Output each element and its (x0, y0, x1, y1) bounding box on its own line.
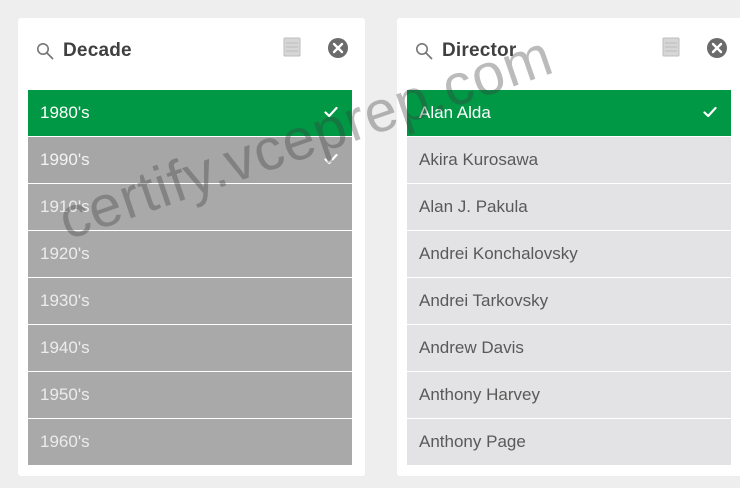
list-item[interactable]: Alan J. Pakula (407, 184, 731, 230)
list-item-label: 1920's (40, 244, 90, 263)
clear-selection-icon[interactable] (706, 37, 728, 59)
list-item[interactable]: 1940's (28, 325, 352, 371)
list-item[interactable]: 1910's (28, 184, 352, 230)
list-item-label: Andrei Konchalovsky (419, 244, 578, 263)
list-item[interactable]: Akira Kurosawa (407, 137, 731, 183)
list-item-label: Anthony Harvey (419, 385, 540, 404)
director-list: Alan Alda Akira Kurosawa Alan J. Pakula And… (407, 90, 731, 466)
selection-tool-icon[interactable] (283, 37, 301, 57)
list-item[interactable]: Andrei Tarkovsky (407, 278, 731, 324)
list-item[interactable]: Andrei Konchalovsky (407, 231, 731, 277)
list-item-label: 1980's (40, 103, 90, 122)
decade-pane-header: Decade (18, 18, 365, 82)
app-stage: Decade 1980's 1990's 1910's 1920's 1930's 194… (0, 0, 740, 488)
list-item-label: 1910's (40, 197, 90, 216)
decade-list: 1980's 1990's 1910's 1920's 1930's 1940's 1950… (28, 90, 352, 466)
list-item-label: Alan J. Pakula (419, 197, 528, 216)
list-item[interactable]: 1980's (28, 90, 352, 136)
list-item[interactable]: 1930's (28, 278, 352, 324)
list-item-label: 1960's (40, 432, 90, 451)
decade-filter-pane: Decade 1980's 1990's 1910's 1920's 1930's 194… (18, 18, 365, 476)
list-item[interactable]: Anthony Harvey (407, 372, 731, 418)
list-item-label: Anthony Page (419, 432, 526, 451)
list-item[interactable]: Andrew Davis (407, 325, 731, 371)
director-pane-header: Director (397, 18, 740, 82)
decade-pane-title: Decade (63, 40, 132, 61)
list-item[interactable]: 1960's (28, 419, 352, 465)
search-icon[interactable] (36, 42, 54, 60)
selection-tool-icon[interactable] (662, 37, 680, 57)
checkmark-icon (324, 106, 338, 118)
search-icon[interactable] (415, 42, 433, 60)
list-item-label: 1940's (40, 338, 90, 357)
director-pane-title: Director (442, 40, 517, 61)
list-item[interactable]: Alan Alda (407, 90, 731, 136)
list-item[interactable]: 1990's (28, 137, 352, 183)
list-item[interactable]: 1950's (28, 372, 352, 418)
list-item-label: Alan Alda (419, 103, 491, 122)
checkmark-icon (324, 153, 338, 165)
list-item[interactable]: Anthony Page (407, 419, 731, 465)
checkmark-icon (703, 106, 717, 118)
director-filter-pane: Director Alan Alda Akira Kurosawa Alan J. … (397, 18, 740, 476)
list-item-label: 1930's (40, 291, 90, 310)
list-item-label: Akira Kurosawa (419, 150, 539, 169)
list-item[interactable]: 1920's (28, 231, 352, 277)
list-item-label: Andrei Tarkovsky (419, 291, 549, 310)
list-item-label: Andrew Davis (419, 338, 524, 357)
clear-selection-icon[interactable] (327, 37, 349, 59)
list-item-label: 1990's (40, 150, 90, 169)
list-item-label: 1950's (40, 385, 90, 404)
